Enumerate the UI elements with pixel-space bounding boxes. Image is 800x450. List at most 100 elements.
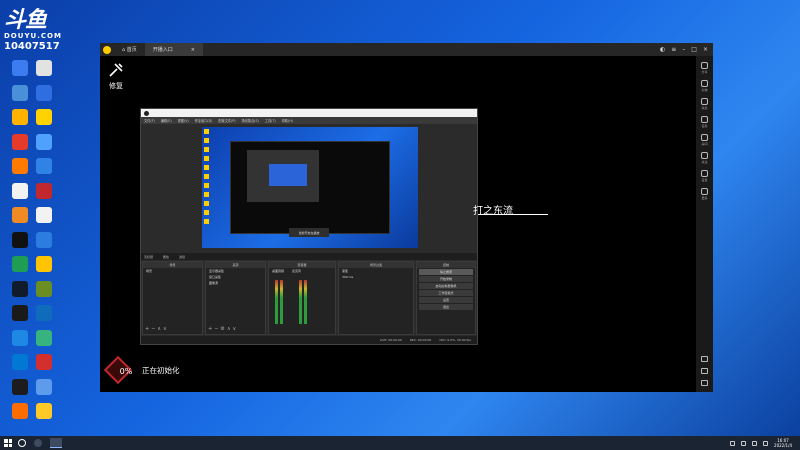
exit-button[interactable]: 退出 — [419, 304, 473, 310]
app-icon — [12, 158, 28, 174]
rail-item[interactable]: 设置 — [696, 170, 713, 182]
studio-mode-button[interactable]: 工作室模式 — [419, 290, 473, 296]
desktop-icon[interactable] — [30, 403, 58, 419]
audio-meter — [299, 280, 302, 324]
bar-scene-name: 无标题 — [144, 254, 154, 259]
mixer-channel-desktop: 桌面音频 — [272, 269, 285, 273]
nested-obs — [247, 150, 319, 202]
desktop-icon[interactable] — [30, 305, 58, 321]
tab-live-entry[interactable]: 开播入口 × — [144, 43, 203, 56]
desktop-icon[interactable] — [30, 280, 58, 297]
close-tab-icon[interactable]: × — [191, 47, 195, 53]
rail-item-icon — [701, 98, 708, 105]
rail-item-icon — [701, 80, 708, 87]
init-status: 0% 正在初始化 — [103, 355, 180, 385]
virtual-camera-button[interactable]: 启动虚拟摄像机 — [419, 283, 473, 289]
desktop-icon[interactable] — [30, 60, 58, 76]
obs-menu-item[interactable]: 文件(F) — [144, 118, 155, 123]
desktop-icon[interactable] — [30, 378, 58, 395]
taskbar-app-douyu[interactable] — [50, 438, 62, 448]
app-icon — [36, 60, 52, 76]
rail-item[interactable]: 分享 — [696, 62, 713, 74]
desktop-icon[interactable] — [30, 84, 58, 101]
window-controls: ◐ ≡ – □ × — [660, 46, 713, 53]
desktop-icon[interactable] — [30, 354, 58, 370]
settings-button[interactable]: 设置 — [419, 297, 473, 303]
task-view-icon[interactable] — [34, 439, 42, 447]
tray-icon[interactable] — [741, 440, 747, 446]
obs-menu-item[interactable]: 帮助(H) — [282, 118, 293, 123]
rail-screen-icon[interactable] — [701, 368, 708, 374]
rail-item-label: 礼物 — [701, 88, 708, 92]
app-icon — [12, 305, 28, 321]
desktop-icon[interactable] — [30, 231, 58, 248]
obs-menu-item[interactable]: 停靠窗口(D) — [195, 118, 213, 123]
start-button[interactable] — [4, 439, 12, 447]
obs-menu-item[interactable]: 工具(T) — [265, 118, 276, 123]
app-icon — [12, 256, 28, 272]
obs-docks: 场景 场景 +−∧∨ 来源 显示器采集 窗口采集 图像源 +−⚙∧∨ 混音器 桌… — [141, 261, 477, 335]
app-icon — [12, 354, 28, 370]
search-icon[interactable] — [18, 439, 26, 447]
obs-menu-item[interactable]: 场景集合(S) — [242, 118, 259, 123]
repair-button[interactable]: 修复 — [108, 62, 124, 91]
rail-item-label: 设置 — [701, 178, 708, 182]
volume-icon[interactable] — [752, 440, 758, 446]
network-icon[interactable] — [763, 440, 769, 446]
system-tray: 16:07 2022/1/4 — [730, 438, 800, 448]
desktop-icon[interactable] — [30, 207, 58, 223]
rail-window-icon[interactable] — [701, 380, 708, 386]
rail-item[interactable]: 消息 — [696, 98, 713, 110]
wrench-icon — [109, 63, 123, 77]
cpu-fps: CPU: 0.0%, 30.00 fps — [439, 338, 471, 342]
app-icon — [36, 305, 52, 321]
rail-item[interactable]: 更多 — [696, 188, 713, 200]
desktop-icon[interactable] — [30, 133, 58, 150]
app-icon — [36, 403, 52, 419]
menu-icon[interactable]: ≡ — [671, 46, 676, 53]
source-actions[interactable]: +−⚙∧∨ — [208, 326, 238, 332]
desktop-icon[interactable] — [30, 158, 58, 174]
rail-item[interactable]: 关注 — [696, 152, 713, 164]
mixer-dock: 混音器 桌面音频 麦克风 — [268, 261, 336, 335]
rail-item-icon — [701, 188, 708, 195]
app-icon — [36, 133, 52, 150]
rail-item[interactable]: 礼物 — [696, 80, 713, 92]
start-recording-button[interactable]: 开始录制 — [419, 276, 473, 282]
controls-dock: 控制 停止推流 开始录制 启动虚拟摄像机 工作室模式 设置 退出 — [416, 261, 476, 335]
filters-button[interactable]: 滤镜 — [179, 255, 185, 259]
clock[interactable]: 16:07 2022/1/4 — [774, 438, 792, 448]
skin-icon[interactable]: ◐ — [660, 46, 665, 53]
rail-item[interactable]: 房间 — [696, 134, 713, 146]
app-icon — [12, 378, 28, 395]
app-icon — [12, 133, 28, 150]
rail-item[interactable]: 任务 — [696, 116, 713, 128]
transition-duration[interactable]: 300 ms — [339, 274, 413, 280]
stop-streaming-button[interactable]: 停止推流 — [419, 269, 473, 275]
app-titlebar: ⌂ 首页 开播入口 × ◐ ≡ – □ × — [100, 43, 713, 56]
properties-button[interactable]: 属性 — [163, 255, 169, 259]
tray-icon[interactable] — [730, 440, 736, 446]
init-text: 正在初始化 — [142, 365, 180, 375]
close-icon[interactable]: × — [703, 46, 708, 53]
minimize-icon[interactable]: – — [682, 46, 685, 53]
desktop-icon[interactable] — [30, 256, 58, 272]
obs-menu-item[interactable]: 编辑(E) — [161, 118, 172, 123]
rail-item-label: 房间 — [701, 142, 708, 146]
scene-item[interactable]: 场景 — [143, 268, 202, 274]
tab-home[interactable]: ⌂ 首页 — [114, 43, 145, 56]
app-icon — [12, 60, 28, 76]
desktop-icon[interactable] — [30, 329, 58, 346]
desktop-icon[interactable] — [30, 182, 58, 199]
rail-refresh-icon[interactable] — [701, 356, 708, 362]
app-icon — [36, 158, 52, 174]
app-icon — [36, 329, 52, 346]
source-item[interactable]: 图像源 — [206, 280, 265, 286]
obs-menu-item[interactable]: 配置文件(P) — [218, 118, 235, 123]
maximize-icon[interactable]: □ — [691, 46, 697, 53]
init-percent: 0% — [119, 367, 133, 376]
scene-actions[interactable]: +−∧∨ — [145, 326, 169, 332]
obs-logo-icon — [144, 110, 149, 116]
obs-menu-item[interactable]: 视图(V) — [178, 118, 189, 123]
desktop-icon[interactable] — [30, 109, 58, 125]
